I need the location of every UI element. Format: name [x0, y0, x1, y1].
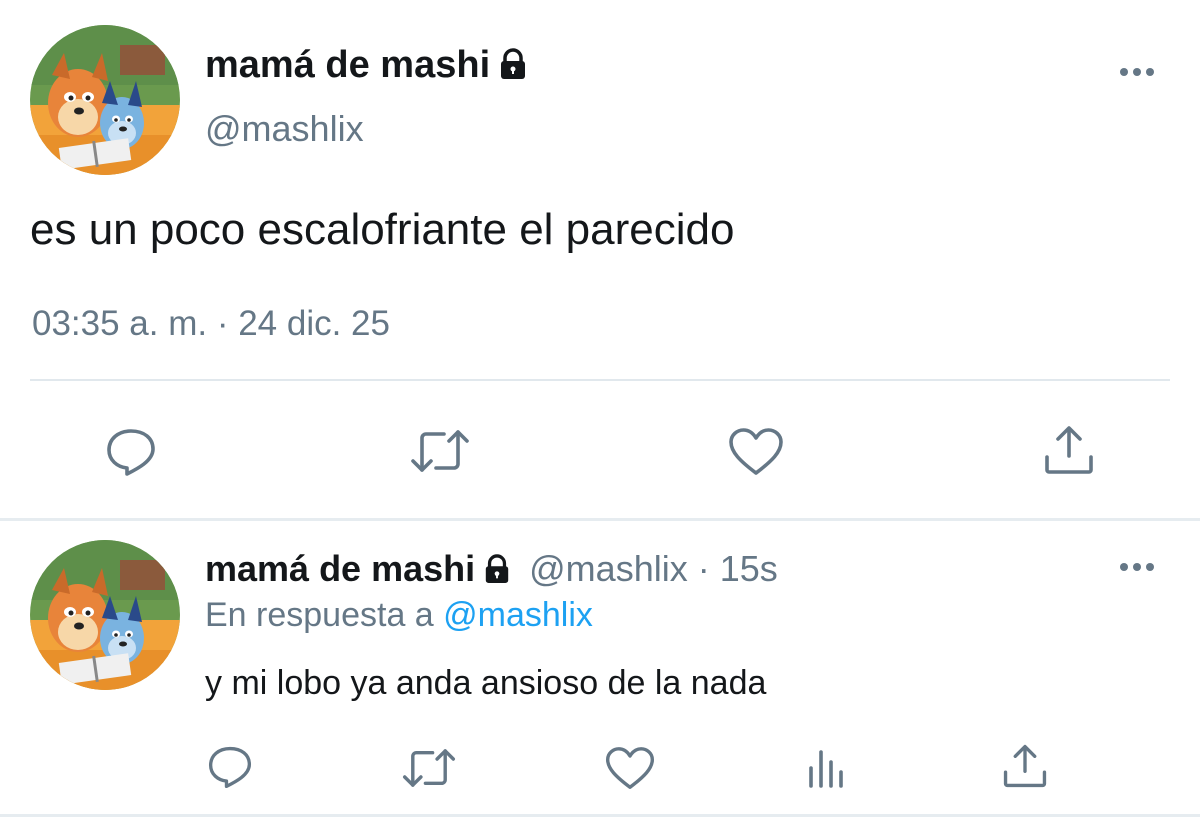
- replying-to-label: En respuesta a: [205, 596, 434, 634]
- reply-icon: [208, 746, 252, 789]
- retweet-icon: [402, 749, 456, 787]
- reply-icon: [107, 429, 155, 476]
- lock-icon: [483, 551, 511, 593]
- retweet-button[interactable]: [410, 428, 470, 474]
- avatar-cartoon-dogs-icon: [30, 25, 180, 175]
- reply-button[interactable]: [105, 427, 157, 477]
- like-icon: [605, 747, 655, 789]
- reply-author-handle[interactable]: @mashlix: [529, 548, 688, 589]
- meta-separator: ·: [687, 548, 720, 589]
- reply-text: y mi lobo ya anda ansioso de la nada: [205, 664, 767, 702]
- tweet-timestamp[interactable]: 03:35 a. m. · 24 dic. 25: [32, 304, 390, 344]
- section-separator: [0, 518, 1200, 521]
- author-avatar[interactable]: [30, 25, 180, 175]
- reply-header: mamá de mashi @mashlix · 15s: [205, 548, 778, 593]
- reply-like-button[interactable]: [605, 747, 655, 790]
- share-icon: [1045, 426, 1093, 474]
- replying-to: En respuesta a @mashlix: [205, 596, 593, 635]
- author-handle[interactable]: @mashlix: [205, 108, 364, 150]
- like-button[interactable]: [728, 428, 784, 476]
- lock-icon: [498, 47, 528, 90]
- retweet-icon: [411, 430, 469, 472]
- reply-reply-button[interactable]: [207, 745, 253, 789]
- reply-analytics-button[interactable]: [807, 748, 847, 790]
- reply-author-name[interactable]: mamá de mashi: [205, 548, 475, 589]
- like-icon: [729, 428, 783, 475]
- analytics-icon: [809, 750, 843, 788]
- tweet-text: es un poco escalofriante el parecido: [30, 205, 735, 254]
- share-button[interactable]: [1043, 424, 1095, 476]
- divider: [30, 379, 1170, 381]
- reply-more-options-icon[interactable]: [1120, 563, 1154, 571]
- avatar-cartoon-dogs-icon: [30, 540, 180, 690]
- reply-retweet-button[interactable]: [402, 747, 456, 789]
- author-name[interactable]: mamá de mashi: [205, 44, 528, 90]
- author-name-text: mamá de mashi: [205, 44, 491, 86]
- reply-author-avatar[interactable]: [30, 540, 180, 690]
- reply-share-button[interactable]: [1002, 743, 1048, 789]
- replying-to-mention[interactable]: @mashlix: [443, 596, 593, 634]
- share-icon: [1003, 744, 1047, 788]
- more-options-icon[interactable]: [1120, 68, 1154, 76]
- reply-time[interactable]: 15s: [720, 548, 778, 589]
